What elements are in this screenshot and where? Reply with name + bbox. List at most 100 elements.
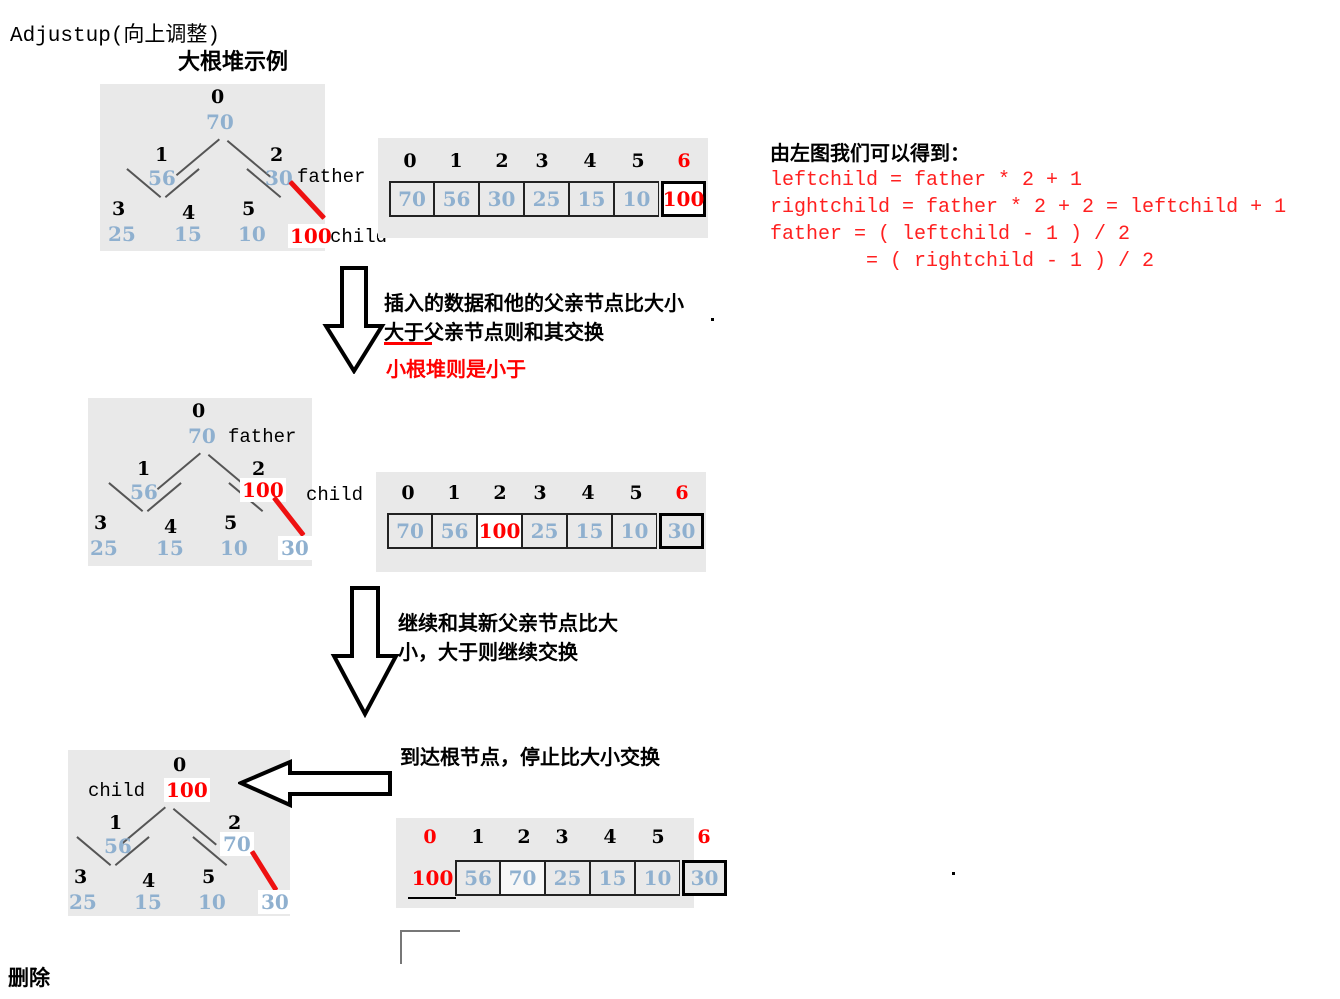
array-row-step3: 100 56 70 25 15 10 30 — [410, 860, 727, 896]
tree-node-value: 15 — [174, 222, 202, 246]
tree-index: 5 — [224, 512, 238, 534]
array-index: 1 — [449, 150, 463, 172]
tree-leaf-value-step3: 30 — [258, 890, 292, 914]
tree-index: 4 — [182, 202, 196, 224]
array-cell[interactable]: 56 — [455, 860, 500, 896]
tree-node-value: 70 — [206, 110, 234, 134]
tree-index: 5 — [202, 866, 216, 888]
down-arrow-2 — [330, 586, 400, 718]
array-cell[interactable]: 56 — [432, 513, 477, 549]
tree-index: 1 — [155, 144, 169, 166]
array-cell[interactable]: 10 — [614, 181, 659, 217]
tree-node-value: 10 — [238, 222, 266, 246]
array-index: 0 — [403, 150, 417, 172]
step2-note-line1: 继续和其新父亲节点比大 — [398, 611, 618, 635]
tree-index: 3 — [74, 866, 88, 888]
array-index: 5 — [651, 826, 665, 848]
array-cell[interactable]: 25 — [524, 181, 569, 217]
step2-note-line2: 小，大于则继续交换 — [398, 640, 578, 664]
child-label-step2: child — [306, 484, 364, 506]
array-index: 1 — [447, 482, 461, 504]
array-index-highlight: 6 — [697, 826, 711, 848]
array-cell[interactable]: 70 — [389, 181, 434, 217]
tree-index: 3 — [112, 198, 126, 220]
tree-index: 1 — [109, 812, 123, 834]
array-index: 2 — [517, 826, 531, 848]
tree-node-value: 56 — [130, 480, 158, 504]
array-cell[interactable]: 70 — [387, 513, 432, 549]
tree-index: 0 — [192, 400, 206, 422]
formula-leftchild: leftchild = father * 2 + 1 — [770, 169, 1083, 192]
swap-connector-line — [249, 850, 279, 892]
tree-node-value: 70 — [188, 424, 216, 448]
tree-index: 3 — [94, 512, 108, 534]
tree-index: 0 — [211, 86, 225, 108]
tree-node-value: 56 — [148, 166, 176, 190]
array-cell[interactable]: 30 — [479, 181, 524, 217]
formula-father: father = ( leftchild - 1 ) / 2 — [770, 223, 1131, 246]
tree-index: 1 — [137, 458, 151, 480]
tree-index: 2 — [270, 144, 284, 166]
array-index: 3 — [533, 482, 547, 504]
array-index: 0 — [401, 482, 415, 504]
down-arrow-1 — [322, 266, 386, 374]
stray-corner-mark — [400, 930, 460, 964]
array-cell[interactable]: 56 — [434, 181, 479, 217]
array-cell[interactable]: 15 — [569, 181, 614, 217]
array-index: 4 — [581, 482, 595, 504]
tree-node-value: 10 — [198, 890, 226, 914]
swap-connector-line — [272, 496, 306, 537]
father-label-step1: father — [297, 166, 366, 188]
array-cell[interactable]: 15 — [567, 513, 612, 549]
array-cell-highlight[interactable]: 100 — [410, 860, 455, 896]
stray-dot — [711, 318, 714, 321]
tree-index: 4 — [142, 870, 156, 892]
array-cell-boxed[interactable]: 30 — [682, 860, 727, 896]
tree-node-value: 56 — [104, 834, 132, 858]
step1-note-line3: 小根堆则是小于 — [386, 357, 526, 381]
footer-heading: 删除 — [8, 965, 50, 990]
stray-dot — [952, 872, 955, 875]
section-subtitle: 大根堆示例 — [178, 49, 289, 75]
array-index: 5 — [631, 150, 645, 172]
array-cell[interactable]: 10 — [635, 860, 680, 896]
array-cell[interactable]: 25 — [545, 860, 590, 896]
array-index: 2 — [495, 150, 509, 172]
array-cell[interactable]: 15 — [590, 860, 635, 896]
array-index: 3 — [555, 826, 569, 848]
tree-root-value-highlight: 100 — [164, 778, 210, 802]
array-index: 1 — [471, 826, 485, 848]
left-arrow-3 — [238, 758, 392, 809]
tree-node-value: 10 — [220, 536, 248, 560]
array-cell-highlight[interactable]: 100 — [661, 181, 706, 217]
array-cell[interactable]: 25 — [522, 513, 567, 549]
array-row-step1: 70 56 30 25 15 10 100 — [389, 181, 706, 217]
tree-diagram-step2: 0 1 2 3 4 5 70 56 100 25 15 10 30 — [88, 398, 312, 566]
array-index: 3 — [535, 150, 549, 172]
array-cell[interactable]: 10 — [612, 513, 657, 549]
array-index: 4 — [583, 150, 597, 172]
array-cell[interactable]: 70 — [500, 860, 545, 896]
tree-node-value: 25 — [69, 890, 97, 914]
formula-block: 由左图我们可以得到： leftchild = father * 2 + 1 ri… — [770, 140, 1286, 275]
tree-node-value-highlight: 100 — [240, 478, 286, 502]
tree-leaf-value-step2: 30 — [278, 536, 312, 560]
step1-note-line1: 插入的数据和他的父亲节点比大小 — [384, 291, 684, 315]
tree-node-value: 30 — [265, 166, 293, 190]
formula-rightchild: rightchild = father * 2 + 2 = leftchild … — [770, 196, 1287, 219]
array-index: 5 — [629, 482, 643, 504]
array-row-step2: 70 56 100 25 15 10 30 — [387, 513, 704, 549]
array-underline-step3 — [408, 897, 456, 899]
tree-index: 2 — [228, 812, 242, 834]
array-cell-highlight[interactable]: 100 — [477, 513, 522, 549]
tree-node-value: 25 — [108, 222, 136, 246]
tree-node-value: 15 — [134, 890, 162, 914]
tree-index: 5 — [242, 198, 256, 220]
formula-father-alt: = ( rightchild - 1 ) / 2 — [770, 250, 1155, 273]
array-cell-boxed[interactable]: 30 — [659, 513, 704, 549]
formula-intro: 由左图我们可以得到： — [770, 141, 970, 165]
array-index: 2 — [493, 482, 507, 504]
child-label-step3: child — [88, 780, 146, 802]
tree-index: 4 — [164, 516, 178, 538]
tree-index: 0 — [173, 754, 187, 776]
